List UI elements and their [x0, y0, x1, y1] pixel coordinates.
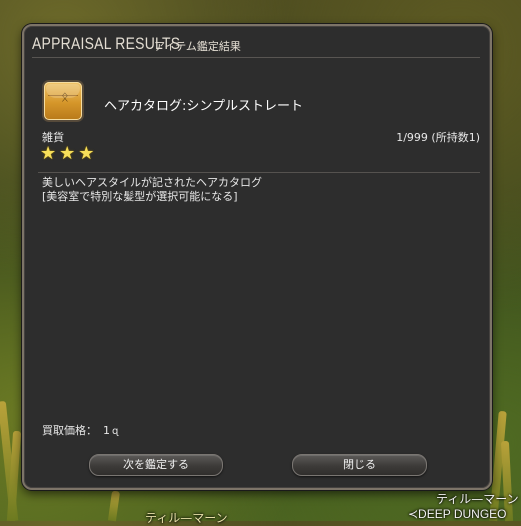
- divider: [38, 172, 480, 173]
- description-line: 美しいヘアスタイルが記されたヘアカタログ: [42, 176, 262, 189]
- description-line: [美容室で特別な髪型が選択可能になる]: [42, 190, 238, 203]
- star-icon: ★: [40, 143, 57, 164]
- gil-icon: ɋ: [112, 426, 119, 437]
- item-stars: ★ ★ ★: [40, 144, 94, 164]
- appraise-next-button[interactable]: 次を鑑定する: [89, 454, 223, 476]
- item-bag-icon[interactable]: ᛟ: [44, 82, 82, 120]
- nameplate-label: ティル—マーン: [436, 492, 519, 506]
- nameplate-label: ≺DEEP DUNGEO: [408, 507, 507, 521]
- item-name: ヘアカタログ:シンプルストレート: [104, 99, 303, 114]
- item-description: 美しいヘアスタイルが記されたヘアカタログ [美容室で特別な髪型が選択可能になる]: [42, 176, 262, 204]
- nameplate-label: ティル—マーン: [145, 511, 228, 525]
- close-button[interactable]: 閉じる: [292, 454, 427, 476]
- price-label: 買取価格：: [42, 424, 97, 437]
- star-icon: ★: [78, 143, 95, 164]
- appraisal-window: APPRAISAL RESULTS アイテム鑑定結果 ᛟ ヘアカタログ:シンプル…: [22, 24, 492, 490]
- price-value: 1: [103, 424, 110, 437]
- sell-price: 買取価格： 1 ɋ: [42, 422, 118, 438]
- icon-gloss: [46, 84, 80, 98]
- window-title: APPRAISAL RESULTS: [32, 34, 181, 53]
- item-quantity: 1/999 (所持数1): [396, 131, 480, 144]
- window-titlebar[interactable]: APPRAISAL RESULTS アイテム鑑定結果: [32, 32, 480, 58]
- star-icon: ★: [59, 143, 76, 164]
- grass-tuft: [107, 490, 121, 522]
